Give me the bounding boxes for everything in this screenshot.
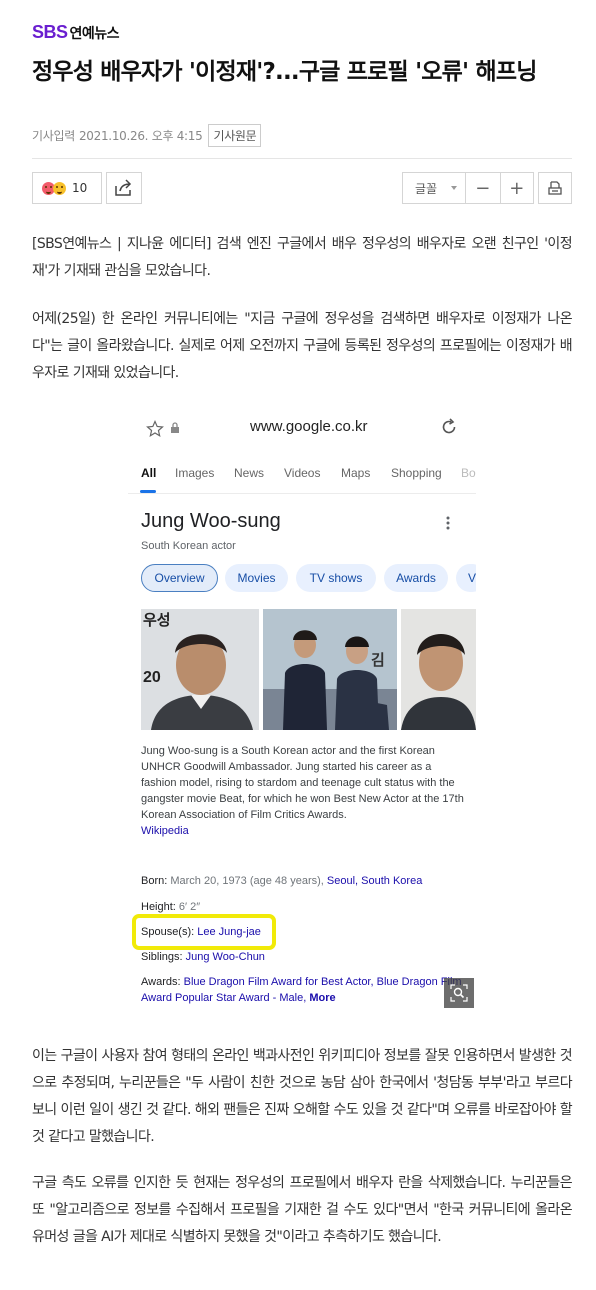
tab-maps: Maps [341, 466, 371, 480]
print-icon [548, 181, 562, 195]
google-tabs: All Images News Videos Maps Shopping Bo [128, 464, 476, 494]
header-divider [32, 158, 572, 159]
article-paragraph-2: 어제(25일) 한 온라인 커뮤니티에는 "지금 구글에 정우성을 검색하면 배… [32, 311, 573, 381]
chip-overview: Overview [141, 564, 218, 592]
article-paragraph-1: [SBS연예뉴스 | 지나윤 에디터] 검색 엔진 구글에서 배우 정우성의 배… [32, 236, 573, 279]
image-zoom-button[interactable] [444, 978, 474, 1008]
smile-emoji-icon [53, 181, 66, 195]
reaction-count: 10 [72, 181, 88, 195]
font-decrease-button[interactable]: − [466, 173, 499, 203]
wikipedia-link: Wikipedia [141, 825, 189, 837]
chip-awards: Awards [384, 564, 448, 592]
share-icon [115, 179, 132, 196]
sbs-logo[interactable]: SBS 연예뉴스 [32, 22, 120, 43]
font-controls: 글꼴 − + [402, 172, 534, 204]
article-paragraph-3: 이는 구글이 사용자 참여 형태의 온라인 백과사전인 위키피디아 정보를 잘못… [32, 1048, 573, 1145]
font-increase-button[interactable]: + [499, 173, 533, 203]
photo-overlay-text-3: 김 [371, 652, 385, 669]
siblings-row: Siblings: Jung Woo-Chun [141, 949, 467, 965]
photo-overlay-text-1: 우성 [143, 611, 171, 629]
portrait-3-image [401, 609, 476, 730]
born-row: Born: March 20, 1973 (age 48 years), Seo… [141, 873, 467, 889]
photo-overlay-text-2: 20 [143, 669, 161, 686]
active-tab-indicator [140, 490, 156, 493]
tab-all: All [141, 466, 157, 480]
star-icon [146, 420, 164, 437]
share-button[interactable] [106, 172, 142, 204]
chip-movies: Movies [225, 564, 288, 592]
font-select[interactable]: 글꼴 [403, 173, 467, 203]
article-meta: 기사입력 2021.10.26. 오후 4:15 기사원문 [32, 124, 262, 147]
tab-images: Images [175, 466, 215, 480]
tab-more: Bo [461, 466, 476, 480]
article-paragraph-4: 구글 측도 오류를 인지한 듯 현재는 정우성의 프로필에서 배우자 란을 삭제… [32, 1175, 573, 1245]
more-options-icon [446, 516, 450, 530]
knowledge-panel-description: South Korean actor [141, 540, 236, 552]
reaction-button[interactable]: 10 [32, 172, 102, 204]
awards-label: Awards: [141, 976, 181, 988]
spouse-highlight-box [132, 914, 276, 950]
address-bar-url: www.google.co.kr [250, 418, 368, 435]
reload-icon [442, 418, 456, 434]
logo-sbs-text: SBS [32, 22, 68, 42]
height-label: Height: [141, 901, 176, 913]
bio-text: Jung Woo-sung is a South Korean actor an… [141, 745, 464, 821]
meta-label: 기사입력 [32, 129, 75, 143]
caret-down-icon [451, 186, 458, 190]
siblings-label: Siblings: [141, 951, 183, 963]
chip-more: V [456, 564, 476, 592]
born-value: March 20, 1973 (age 48 years), [170, 875, 324, 887]
publish-date: 2021.10.26. 오후 4:15 [78, 129, 203, 143]
height-row: Height: 6′ 2″ [141, 899, 467, 915]
zoom-icon [450, 984, 468, 1002]
height-value: 6′ 2″ [178, 901, 201, 913]
awards-row: Awards: Blue Dragon Film Award for Best … [141, 974, 467, 1006]
actor-photo-3 [401, 609, 476, 730]
tab-videos: Videos [284, 466, 321, 480]
font-select-label: 글꼴 [415, 181, 438, 196]
awards-value-link: Blue Dragon Film Award for Best Actor, B… [141, 976, 462, 1004]
article-headline: 정우성 배우자가 '이정재'?...구글 프로필 '오류' 해프닝 [32, 59, 537, 85]
siblings-value-link: Jung Woo-Chun [185, 951, 265, 963]
logo-section-text: 연예뉴스 [69, 25, 120, 42]
original-article-button[interactable]: 기사원문 [208, 124, 262, 147]
google-search-screenshot: www.google.co.kr All Images News Videos … [128, 398, 476, 1020]
lock-icon [171, 422, 179, 433]
tab-shopping: Shopping [391, 466, 442, 480]
actor-photo-1: 우성 20 [141, 609, 259, 730]
actor-photo-2: 김 [263, 609, 397, 730]
tab-news: News [234, 466, 265, 480]
chip-tv-shows: TV shows [296, 564, 376, 592]
born-place-link: Seoul, South Korea [326, 875, 423, 887]
bio-block: Jung Woo-sung is a South Korean actor an… [141, 743, 467, 839]
print-button[interactable] [538, 172, 572, 204]
born-label: Born: [141, 875, 168, 887]
awards-more-link: More [309, 992, 336, 1004]
knowledge-panel-name: Jung Woo-sung [141, 510, 281, 532]
